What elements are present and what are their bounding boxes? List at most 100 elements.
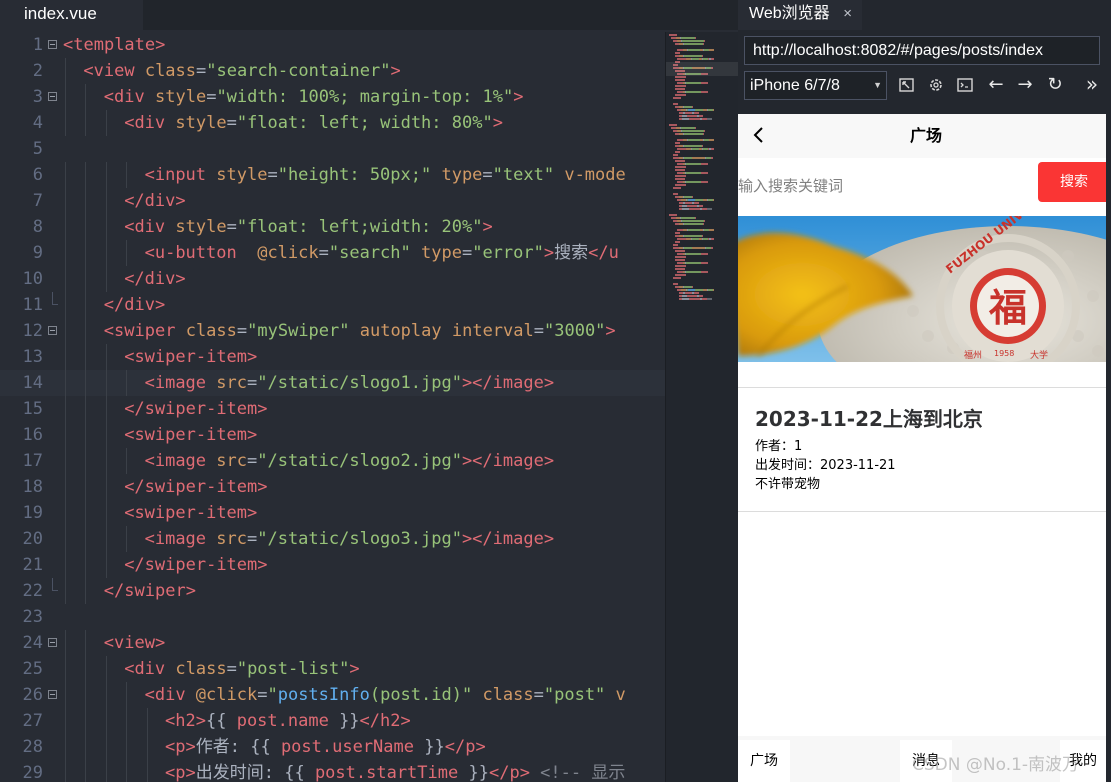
code-line[interactable]: 18 </swiper-item> (0, 474, 665, 500)
code-token: < (165, 737, 176, 757)
indent-guide (105, 708, 107, 734)
code-token: class (144, 61, 197, 81)
code-token: div (144, 269, 176, 289)
code-line[interactable]: 23 (0, 604, 665, 630)
indent-guide (105, 760, 107, 782)
line-number: 23 (22, 607, 43, 627)
code-line[interactable]: 20 <image src="/static/slogo3.jpg"></imag… (0, 526, 665, 552)
code-token: > (247, 347, 258, 367)
code-token: image (154, 529, 217, 549)
code-line[interactable]: 28 <p>作者: {{ post.userName }}</p> (0, 734, 665, 760)
minimap-viewport[interactable] (666, 62, 738, 76)
code-token: 出发时间: {{ (195, 763, 315, 782)
close-icon[interactable]: × (843, 0, 852, 28)
minimap[interactable] (665, 32, 738, 782)
code-token: < (144, 243, 155, 263)
minimap-mark (681, 217, 695, 219)
code-token: = (267, 165, 278, 185)
code-line[interactable]: 15 </swiper-item> (0, 396, 665, 422)
code-line[interactable]: 5 (0, 136, 665, 162)
indent-guide (105, 448, 107, 474)
devtools-console-icon[interactable] (955, 74, 975, 96)
code-token: < (144, 165, 155, 185)
fold-toggle-icon[interactable] (48, 326, 57, 335)
address-bar[interactable]: http://localhost:8082/#/pages/posts/inde… (744, 36, 1100, 65)
line-number: 19 (22, 503, 43, 523)
search-input[interactable]: 输入搜索关键词 (738, 174, 843, 198)
code-text: </div> (124, 188, 185, 214)
code-token: "error" (472, 243, 544, 263)
minimap-mark (677, 244, 678, 246)
minimap-mark (713, 238, 714, 240)
code-line[interactable]: 9 <u-button @click="search" type="error">… (0, 240, 665, 266)
fold-toggle-icon[interactable] (48, 690, 57, 699)
screenshot-icon[interactable] (897, 74, 917, 96)
minimap-mark (682, 130, 704, 132)
code-token: 作者: {{ (195, 737, 281, 757)
fold-toggle-icon[interactable] (48, 92, 57, 101)
minimap-mark (684, 55, 702, 57)
code-line[interactable]: 4 <div style="float: left; width: 80%"> (0, 110, 665, 136)
code-area[interactable]: 1 <template> 2 <view class="search-containe… (0, 32, 665, 782)
device-select[interactable]: iPhone 6/7/8 ▼ (744, 71, 887, 100)
tab-square[interactable]: 广场 (738, 740, 790, 782)
code-line[interactable]: 17 <image src="/static/slogo2.jpg"></imag… (0, 448, 665, 474)
fold-toggle-icon[interactable] (48, 40, 57, 49)
refresh-icon[interactable]: ↻ (1045, 74, 1065, 96)
code-line[interactable]: 19 <swiper-item> (0, 500, 665, 526)
fold-toggle-icon[interactable] (48, 638, 57, 647)
code-token: = (226, 217, 237, 237)
banner-swiper[interactable]: 福 FUZHOU UNIVERSITY 1958 福州 大学 (738, 216, 1106, 362)
code-editor[interactable]: index.vue 1 <template> 2 <view class="searc… (0, 0, 738, 782)
code-line[interactable]: 6 <input style="height: 50px;" type="text… (0, 162, 665, 188)
forward-arrow-icon[interactable]: → (1015, 74, 1035, 96)
code-line[interactable]: 1 <template> (0, 32, 665, 58)
code-token: = (236, 321, 248, 341)
back-arrow-icon[interactable]: ← (986, 74, 1006, 96)
indent-guide (65, 84, 66, 110)
settings-gear-icon[interactable] (926, 74, 946, 96)
minimap-mark (692, 196, 693, 198)
code-line[interactable]: 13 <swiper-item> (0, 344, 665, 370)
search-button[interactable]: 搜索 (1038, 162, 1106, 202)
code-line[interactable]: 27 <h2>{{ post.name }}</h2> (0, 708, 665, 734)
indent-guide (65, 578, 66, 604)
indent-guide (85, 162, 87, 188)
more-chevrons-icon[interactable]: » (1082, 74, 1102, 96)
code-line[interactable]: 21 </swiper-item> (0, 552, 665, 578)
code-token: div (114, 87, 155, 107)
code-line[interactable]: 10 </div> (0, 266, 665, 292)
code-line[interactable]: 8 <div style="float: left;width: 20%"> (0, 214, 665, 240)
line-number: 17 (22, 451, 43, 471)
code-line[interactable]: 22 </swiper> (0, 578, 665, 604)
code-line[interactable]: 7 </div> (0, 188, 665, 214)
code-token: </ (124, 399, 145, 419)
indent-guide (65, 734, 66, 760)
editor-tab-index-vue[interactable]: index.vue (0, 0, 143, 30)
code-line[interactable]: 11 </div> (0, 292, 665, 318)
indent-guide (105, 240, 107, 266)
code-line[interactable]: 3 <div style="width: 100%; margin-top: 1%… (0, 84, 665, 110)
indent-guide (85, 292, 87, 318)
code-line[interactable]: 25 <div class="post-list"> (0, 656, 665, 682)
browser-tab[interactable]: Web浏览器 × (738, 0, 862, 30)
minimap-mark (676, 214, 677, 216)
code-line[interactable]: 24 <view> (0, 630, 665, 656)
code-token: < (144, 529, 155, 549)
code-token: "text" (492, 165, 565, 185)
minimap-mark (684, 160, 685, 162)
code-line[interactable]: 12 <swiper class="mySwiper" autoplay inte… (0, 318, 665, 344)
indent-guide (65, 526, 66, 552)
line-number: 22 (22, 581, 43, 601)
phone-viewport[interactable]: 广场 输入搜索关键词 搜索 福 1958 福州 大学 2023-11-22上海到… (738, 114, 1106, 782)
code-token: src (216, 451, 247, 471)
minimap-mark (684, 268, 685, 270)
code-line[interactable]: 26 <div @click="postsInfo(post.id)" class… (0, 682, 665, 708)
code-line[interactable]: 29 <p>出发时间: {{ post.startTime }}</p> <!--… (0, 760, 665, 782)
code-line[interactable]: 16 <swiper-item> (0, 422, 665, 448)
code-line[interactable]: 14 <image src="/static/slogo1.jpg"></imag… (0, 370, 665, 396)
minimap-mark (703, 223, 704, 225)
indent-guide (146, 760, 148, 782)
code-line[interactable]: 2 <view class="search-container"> (0, 58, 665, 84)
code-token: p (465, 737, 476, 757)
